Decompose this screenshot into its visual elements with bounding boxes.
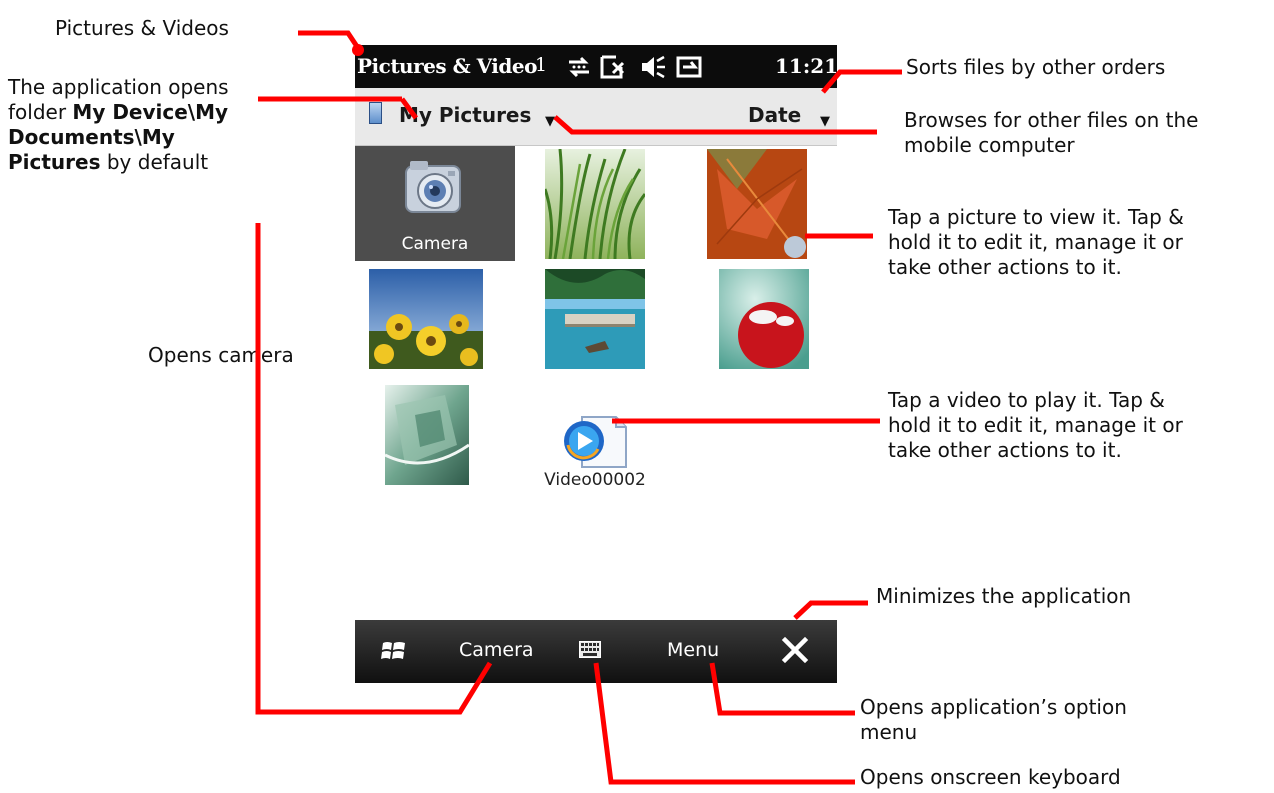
picture-thumbnail-pier[interactable] (545, 269, 645, 369)
app-title: Pictures & Video (357, 54, 537, 78)
signal-digit: 1 (535, 54, 548, 76)
annotation-line: folder My Device\My (8, 100, 229, 125)
annotation-line: Opens application’s option (860, 695, 1127, 719)
annotation-minimizes: Minimizes the application (876, 584, 1132, 608)
picture-thumbnail-red-ball[interactable] (719, 269, 809, 369)
annotation-default-folder: The application opens folder My Device\M… (8, 75, 229, 175)
annotation-line: The application opens (8, 75, 229, 99)
annotation-line: hold it to edit it, manage it or (888, 230, 1183, 254)
picture-thumbnail-grass[interactable] (545, 149, 645, 259)
annotation-line: mobile computer (904, 133, 1075, 157)
annotation-pictures-videos: Pictures & Videos (55, 16, 229, 40)
camera-softkey[interactable]: Camera (459, 639, 534, 661)
annotation-line: Pictures by default (8, 150, 229, 175)
annotation-option-menu: Opens application’s option menu (860, 695, 1127, 745)
annotation-opens-camera: Opens camera (148, 343, 294, 367)
annotation-line: Tap a video to play it. Tap & (888, 388, 1165, 412)
camera-tile-label: Camera (401, 234, 469, 254)
annotation-line: Tap a picture to view it. Tap & (888, 205, 1184, 229)
annotation-browses: Browses for other files on the mobile co… (904, 108, 1198, 158)
folder-bar: My Pictures ▼ Date ▼ (355, 88, 837, 146)
camera-icon (405, 161, 461, 213)
sync-icon (569, 56, 589, 78)
annotation-tap-video: Tap a video to play it. Tap & hold it to… (888, 388, 1183, 463)
annotation-bold: Pictures (8, 150, 101, 174)
clock: 11:21 (775, 54, 837, 78)
softkey-bar: Camera Menu (355, 620, 837, 683)
video-file-icon[interactable] (560, 413, 630, 471)
annotation-tap-picture: Tap a picture to view it. Tap & hold it … (888, 205, 1184, 280)
annotation-bold: Documents\My (8, 125, 175, 149)
annotation-line: hold it to edit it, manage it or (888, 413, 1183, 437)
camera-tile[interactable]: Camera (355, 146, 515, 261)
picture-thumbnail-leaf[interactable] (707, 149, 807, 259)
picture-thumbnail-flowers[interactable] (369, 269, 483, 369)
annotation-line: menu (860, 720, 918, 744)
signal-icon (600, 55, 625, 79)
annotation-text: by default (100, 150, 209, 174)
windows-start-icon[interactable] (381, 639, 407, 663)
device-screen: Pictures & Video 1 11:21 My Pictures ▼ D… (355, 45, 837, 683)
title-bar: Pictures & Video 1 11:21 (355, 45, 837, 88)
sort-dropdown[interactable]: Date (748, 103, 801, 127)
annotation-keyboard: Opens onscreen keyboard (860, 765, 1121, 789)
annotation-sorts: Sorts files by other orders (906, 55, 1166, 79)
device-icon (369, 102, 382, 124)
menu-softkey[interactable]: Menu (667, 639, 719, 661)
annotation-line: take other actions to it. (888, 438, 1122, 462)
folder-dropdown[interactable]: My Pictures (399, 103, 531, 127)
video-label: Video00002 (544, 470, 646, 490)
folder-dropdown-arrow-icon[interactable]: ▼ (545, 114, 555, 129)
volume-icon (642, 55, 665, 79)
sort-dropdown-arrow-icon[interactable]: ▼ (820, 114, 830, 129)
annotation-line: take other actions to it. (888, 255, 1122, 279)
picture-thumbnail-abstract[interactable] (385, 385, 469, 485)
keyboard-icon[interactable] (579, 641, 601, 658)
annotation-text: folder (8, 100, 73, 124)
battery-icon (676, 53, 702, 81)
close-icon[interactable] (780, 635, 810, 665)
annotation-bold: My Device\My (72, 100, 229, 124)
annotation-line: Browses for other files on the (904, 108, 1199, 132)
annotation-line: Documents\My (8, 125, 229, 150)
